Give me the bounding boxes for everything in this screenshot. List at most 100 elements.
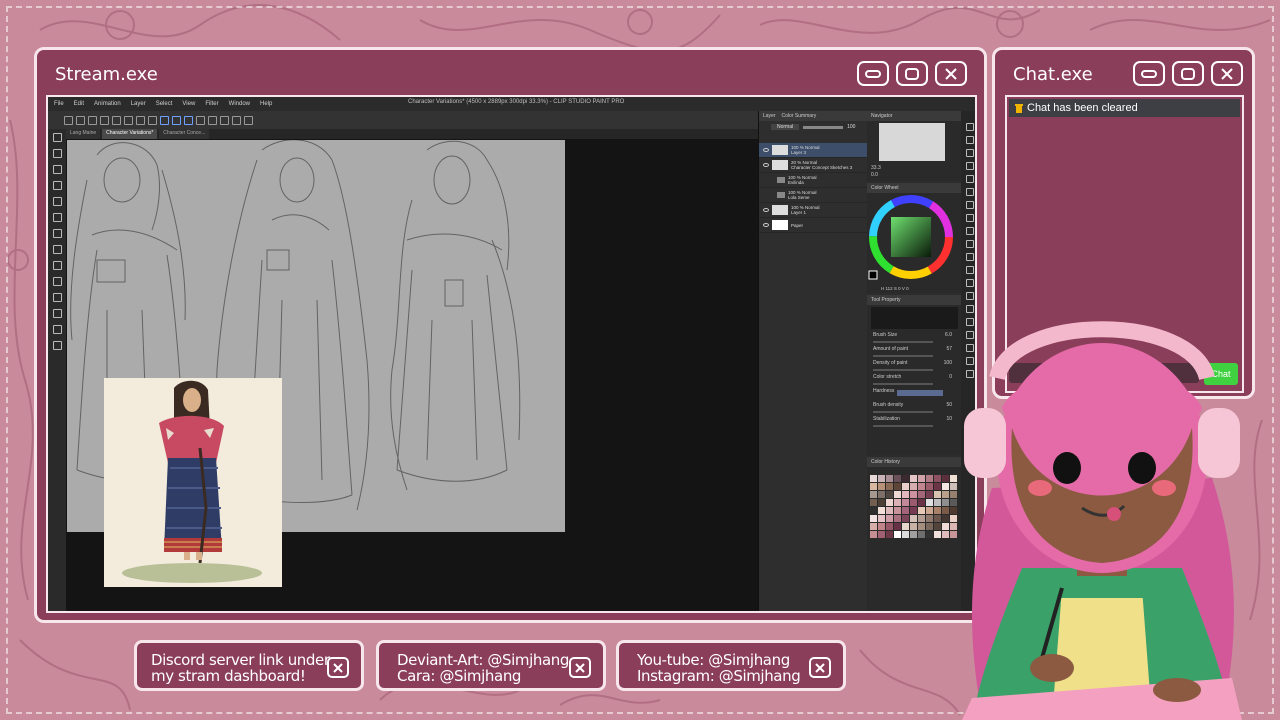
menu-help[interactable]: Help xyxy=(260,101,272,107)
layer-row[interactable]: 100 % Normal Lola Seme xyxy=(759,188,867,203)
brush-tool-icon[interactable] xyxy=(52,261,62,270)
grid-snap-icon[interactable] xyxy=(184,115,193,125)
property-slider[interactable] xyxy=(873,355,933,357)
tab-lang-maine[interactable]: Lang Maine xyxy=(66,129,101,139)
color-swatch[interactable] xyxy=(918,475,925,482)
auto-select-tool-icon[interactable] xyxy=(52,197,62,206)
menu-file[interactable]: File xyxy=(54,101,64,107)
property-row[interactable]: Hardness xyxy=(867,387,962,401)
color-swatch[interactable] xyxy=(878,475,885,482)
gradient-tool-icon[interactable] xyxy=(52,341,62,350)
eraser-tool-icon[interactable] xyxy=(52,293,62,302)
deselect-icon[interactable] xyxy=(244,115,253,125)
canvas-area[interactable] xyxy=(66,139,758,611)
close-button[interactable] xyxy=(935,61,967,86)
color-swatch[interactable] xyxy=(870,499,877,506)
clear-icon[interactable] xyxy=(124,115,133,125)
color-swatch[interactable] xyxy=(878,499,885,506)
property-value[interactable]: 6.0 xyxy=(945,332,952,338)
close-card-button[interactable] xyxy=(569,657,591,678)
color-swatch[interactable] xyxy=(926,523,933,530)
pencil-icon[interactable] xyxy=(966,214,974,222)
color-swatch[interactable] xyxy=(870,483,877,490)
close-card-button[interactable] xyxy=(809,657,831,678)
color-swatch[interactable] xyxy=(910,507,917,514)
blend-icon[interactable] xyxy=(966,266,974,274)
color-swatch[interactable] xyxy=(934,507,941,514)
color-wheel[interactable] xyxy=(867,193,962,291)
property-slider[interactable] xyxy=(873,383,933,385)
color-swatch[interactable] xyxy=(878,507,885,514)
color-swatch[interactable] xyxy=(918,523,925,530)
color-swatch[interactable] xyxy=(934,483,941,490)
blend-tool-icon[interactable] xyxy=(52,309,62,318)
color-swatch[interactable] xyxy=(894,483,901,490)
color-swatch[interactable] xyxy=(894,499,901,506)
menu-window[interactable]: Window xyxy=(229,101,250,107)
color-swatch[interactable] xyxy=(902,523,909,530)
move-icon[interactable] xyxy=(966,149,974,157)
hardness-selector[interactable] xyxy=(897,390,943,396)
property-slider[interactable] xyxy=(873,341,933,343)
eye-icon[interactable] xyxy=(763,163,769,167)
close-card-button[interactable] xyxy=(327,657,349,678)
color-swatch[interactable] xyxy=(886,491,893,498)
color-swatch[interactable] xyxy=(910,475,917,482)
fill-icon[interactable] xyxy=(208,115,217,125)
pencil-tool-icon[interactable] xyxy=(52,245,62,254)
property-row[interactable]: Brush Size 6.0 xyxy=(867,331,962,345)
color-swatch[interactable] xyxy=(942,483,949,490)
opacity-slider[interactable] xyxy=(803,125,844,129)
color-swatch[interactable] xyxy=(926,483,933,490)
color-swatch[interactable] xyxy=(902,531,909,538)
tab-color-summary[interactable]: Color Summary xyxy=(782,113,817,119)
menu-select[interactable]: Select xyxy=(156,101,173,107)
color-swatch[interactable] xyxy=(918,483,925,490)
menu-view[interactable]: View xyxy=(182,101,195,107)
color-swatch[interactable] xyxy=(886,475,893,482)
menu-layer[interactable]: Layer xyxy=(131,101,146,107)
layer-row[interactable]: Paper xyxy=(759,218,867,233)
color-swatch[interactable] xyxy=(926,499,933,506)
fill-tool-icon[interactable] xyxy=(52,325,62,334)
color-swatch[interactable] xyxy=(878,491,885,498)
color-swatch[interactable] xyxy=(942,475,949,482)
color-swatch[interactable] xyxy=(910,515,917,522)
color-swatch[interactable] xyxy=(902,475,909,482)
crop-icon[interactable] xyxy=(220,115,229,125)
lasso-icon[interactable] xyxy=(966,162,974,170)
color-swatch[interactable] xyxy=(870,507,877,514)
color-swatch[interactable] xyxy=(918,507,925,514)
layer-row[interactable]: 100 % Normal Layer 3 xyxy=(759,143,867,158)
color-swatch[interactable] xyxy=(894,523,901,530)
color-swatch[interactable] xyxy=(870,523,877,530)
operation-tool-icon[interactable] xyxy=(52,165,62,174)
layer-row[interactable]: 100 % Normal Layer 1 xyxy=(759,203,867,218)
color-swatch[interactable] xyxy=(918,491,925,498)
color-swatch[interactable] xyxy=(942,499,949,506)
airbrush-tool-icon[interactable] xyxy=(52,277,62,286)
redo-icon[interactable] xyxy=(112,115,121,125)
rotation-value[interactable]: 0.0 xyxy=(871,172,881,179)
pen-tool-icon[interactable] xyxy=(52,229,62,238)
color-swatch[interactable] xyxy=(878,531,885,538)
color-swatch[interactable] xyxy=(902,483,909,490)
color-swatch[interactable] xyxy=(894,475,901,482)
color-swatch[interactable] xyxy=(926,531,933,538)
property-row[interactable]: Color stretch 0 xyxy=(867,373,962,387)
menu-filter[interactable]: Filter xyxy=(205,101,218,107)
zoom-tool-icon[interactable] xyxy=(52,133,62,142)
decoration-icon[interactable] xyxy=(966,240,974,248)
color-swatch[interactable] xyxy=(942,515,949,522)
color-swatch[interactable] xyxy=(942,531,949,538)
color-swatch[interactable] xyxy=(886,523,893,530)
color-swatch[interactable] xyxy=(870,515,877,522)
navigator-thumbnail[interactable] xyxy=(879,123,945,161)
blend-mode-select[interactable]: Normal xyxy=(771,124,800,130)
color-swatch[interactable] xyxy=(934,491,941,498)
color-swatch[interactable] xyxy=(878,515,885,522)
color-swatch[interactable] xyxy=(870,491,877,498)
color-swatch[interactable] xyxy=(878,523,885,530)
color-swatch[interactable] xyxy=(942,507,949,514)
snap-icon[interactable] xyxy=(148,115,157,125)
